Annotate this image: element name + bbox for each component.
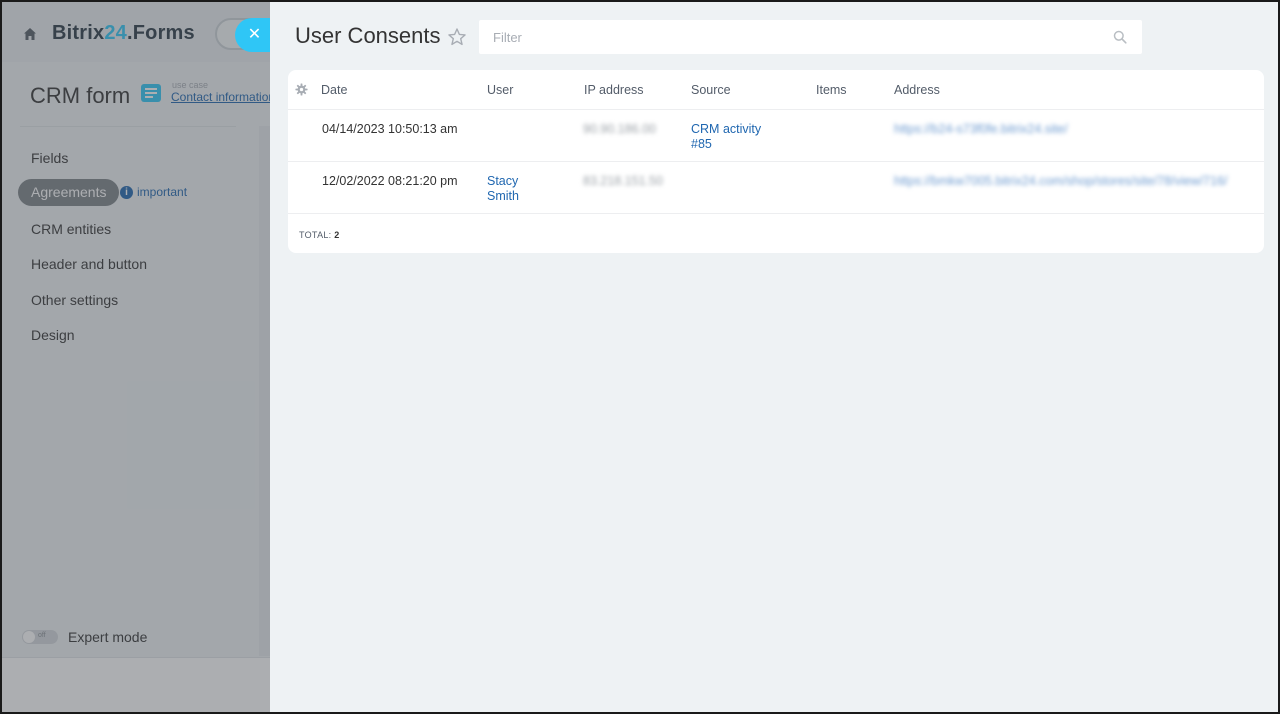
- cell-address[interactable]: https://bmkw7005.bitrix24.com/shop/store…: [894, 174, 1244, 189]
- filter-box[interactable]: [479, 20, 1142, 54]
- consents-table: Date User IP address Source Items Addres…: [288, 70, 1264, 253]
- star-icon[interactable]: [447, 27, 467, 47]
- table-row[interactable]: 12/02/2022 08:21:20 pm Stacy Smith 83.21…: [288, 162, 1264, 214]
- cell-ip: 83.218.151.50: [583, 174, 663, 188]
- column-header-source[interactable]: Source: [691, 83, 731, 97]
- cell-address[interactable]: https://b24-s73f0fe.bitrix24.site/: [894, 122, 1244, 137]
- column-header-items[interactable]: Items: [816, 83, 847, 97]
- user-consents-panel: User Consents Filter Date User IP addres…: [270, 2, 1278, 712]
- overlay[interactable]: [2, 2, 270, 712]
- column-header-date[interactable]: Date: [321, 83, 347, 97]
- column-header-user[interactable]: User: [487, 83, 513, 97]
- close-icon: ✕: [247, 26, 262, 43]
- window-frame: Bitrix24.Forms CRM form use case Contact…: [0, 0, 1280, 714]
- close-button[interactable]: ✕: [235, 18, 270, 52]
- search-icon[interactable]: [1113, 30, 1127, 44]
- column-header-address[interactable]: Address: [894, 83, 940, 97]
- cell-source[interactable]: CRM activity #85: [691, 122, 781, 152]
- cell-user[interactable]: Stacy Smith: [487, 174, 547, 204]
- table-header: Date User IP address Source Items Addres…: [288, 70, 1264, 110]
- total-label: TOTAL:: [299, 230, 332, 240]
- gear-icon[interactable]: [295, 83, 308, 96]
- table-row[interactable]: 04/14/2023 10:50:13 am 90.90.186.00 CRM …: [288, 110, 1264, 162]
- filter-input[interactable]: [479, 20, 1142, 54]
- total-count: TOTAL: 2: [299, 230, 340, 240]
- column-header-ip[interactable]: IP address: [584, 83, 644, 97]
- cell-date: 04/14/2023 10:50:13 am: [322, 122, 458, 136]
- cell-date: 12/02/2022 08:21:20 pm: [322, 174, 458, 188]
- total-value: 2: [334, 230, 340, 240]
- cell-ip: 90.90.186.00: [583, 122, 656, 136]
- panel-title: User Consents: [295, 23, 441, 48]
